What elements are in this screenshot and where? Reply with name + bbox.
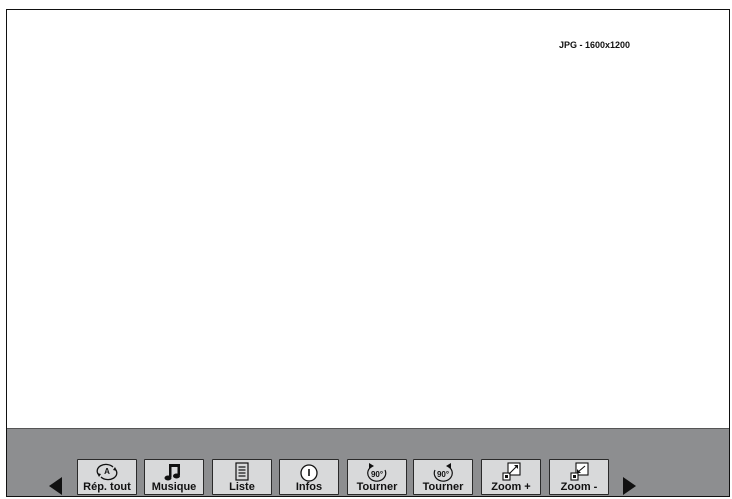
rotate-left-degree-text: 90° [371,470,383,479]
zoom-in-label: Zoom + [491,481,531,493]
svg-text:A: A [104,467,110,476]
zoom-out-label: Zoom - [560,481,598,493]
repeat-all-label: Rép. tout [83,481,131,493]
music-note-icon [145,462,203,482]
image-display-area: JPG - 1600x1200 [7,10,729,428]
zoom-out-icon [550,462,608,482]
music-button[interactable]: Musique [144,459,204,495]
rotate-left-90-icon: 90° [348,462,406,482]
music-label: Musique [151,481,197,493]
zoom-in-button[interactable]: Zoom + [481,459,541,495]
zoom-in-icon [482,462,540,482]
list-icon [213,462,271,482]
rotate-left-label: Tourner [356,481,398,493]
list-button[interactable]: Liste [212,459,272,495]
bottom-toolbar: A Rép. tout Musique Liste Infos 90° Tour… [7,428,729,496]
info-label: Infos [295,481,323,493]
info-icon [280,462,338,482]
previous-arrow-icon[interactable] [49,477,62,495]
repeat-all-button[interactable]: A Rép. tout [77,459,137,495]
photo-viewer-window: JPG - 1600x1200 A Rép. tout Musique List… [6,9,730,497]
rotate-right-90-icon: 90° [414,462,472,482]
info-button[interactable]: Infos [279,459,339,495]
image-info-text: JPG - 1600x1200 [559,40,631,50]
rotate-right-label: Tourner [422,481,464,493]
repeat-all-icon: A [78,462,136,482]
zoom-out-button[interactable]: Zoom - [549,459,609,495]
rotate-right-button[interactable]: 90° Tourner [413,459,473,495]
rotate-left-button[interactable]: 90° Tourner [347,459,407,495]
next-arrow-icon[interactable] [623,477,636,495]
rotate-right-degree-text: 90° [437,470,449,479]
list-label: Liste [229,481,255,493]
